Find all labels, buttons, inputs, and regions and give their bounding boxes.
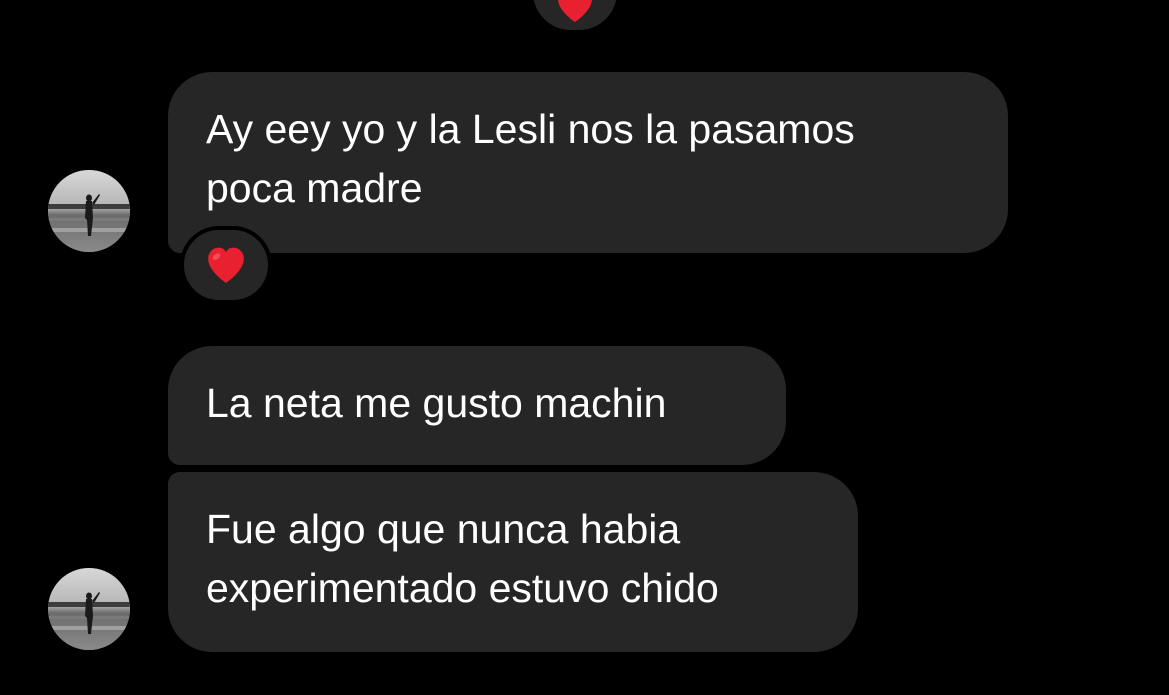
avatar-icon[interactable] — [48, 568, 130, 650]
previous-message-reaction[interactable] — [529, 0, 621, 34]
message-bubble[interactable]: Fue algo que nunca habia experimentado e… — [168, 472, 858, 652]
heart-icon — [208, 247, 244, 283]
message-text: La neta me gusto machin — [206, 380, 667, 426]
avatar-icon[interactable] — [48, 170, 130, 252]
message-bubble[interactable]: Ay eey yo y la Lesli nos la pasamos poca… — [168, 72, 1008, 253]
avatar-photo — [48, 170, 130, 252]
message-text: Ay eey yo y la Lesli nos la pasamos poca… — [206, 106, 855, 211]
message-reaction[interactable] — [180, 226, 272, 304]
message-bubble[interactable]: La neta me gusto machin — [168, 346, 786, 465]
avatar-photo — [48, 568, 130, 650]
heart-icon — [558, 0, 592, 22]
message-text: Fue algo que nunca habia experimentado e… — [206, 506, 719, 611]
